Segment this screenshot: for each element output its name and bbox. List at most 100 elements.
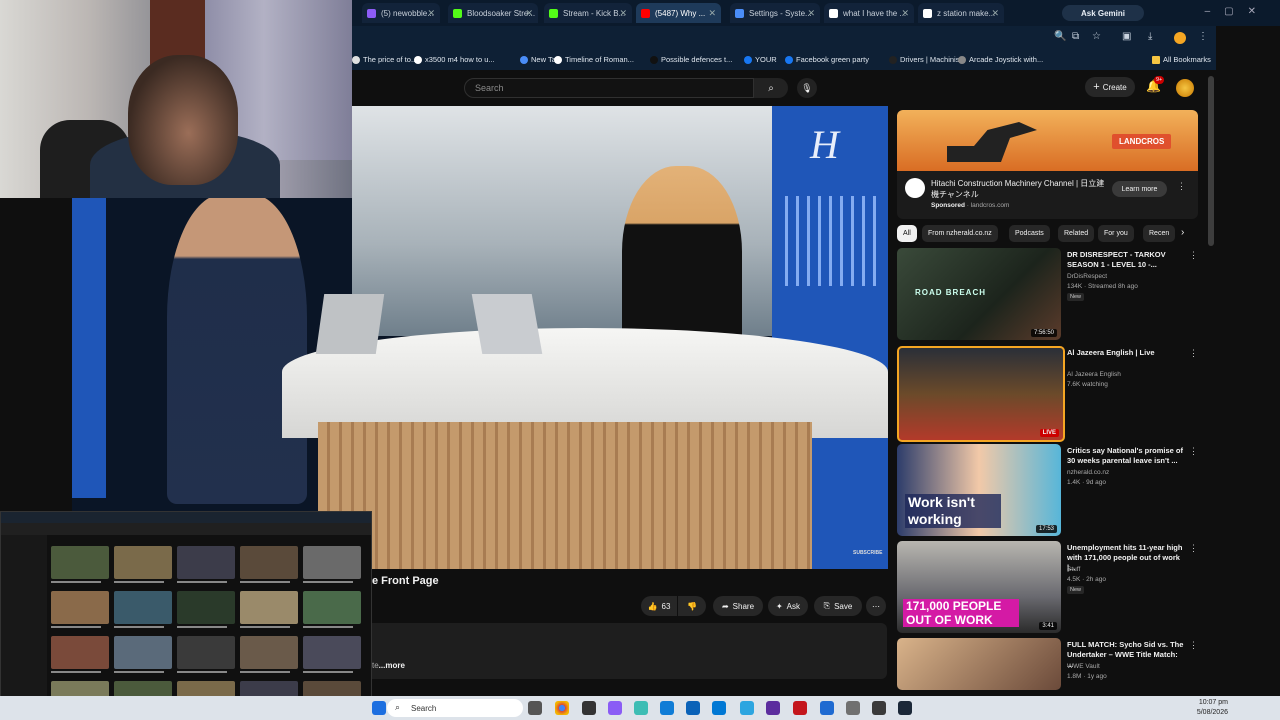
app-icon-1[interactable] (582, 701, 596, 715)
window-controls[interactable]: –▢✕ (1205, 6, 1270, 17)
filter-chip[interactable]: Related (1058, 225, 1095, 242)
share-button[interactable]: ➦ Share (713, 596, 763, 616)
menu-icon[interactable]: ⋮ (1198, 31, 1208, 42)
video-title-link[interactable]: Al Jazeera English | Live (1067, 348, 1185, 358)
save-button[interactable]: ⎘ Save (814, 596, 862, 616)
steam-icon[interactable] (898, 701, 912, 715)
voice-search-button[interactable]: 🎙 (797, 78, 817, 98)
tab-label: Stream - Kick B... (563, 8, 626, 18)
create-button[interactable]: + Create (1085, 77, 1135, 97)
bookmark-item[interactable]: x3500 m4 how to u... (414, 55, 495, 64)
video-title-link[interactable]: DR DISRESPECT - TARKOV SEASON 1 - LEVEL … (1067, 250, 1185, 270)
browser-tab[interactable]: Settings - Syste... ✕ (730, 3, 820, 23)
webcam-person-head (128, 55, 238, 185)
bookmark-item[interactable]: YOUR (744, 55, 777, 64)
close-icon[interactable]: ✕ (807, 8, 815, 19)
bookmark-item[interactable]: Timeline of Roman... (554, 55, 634, 64)
store-icon[interactable] (686, 701, 700, 715)
browser-tab[interactable]: z station make... ✕ (918, 3, 1004, 23)
bookmark-item[interactable]: Arcade Joystick with... (958, 55, 1043, 64)
cast-icon[interactable]: ⧉ (1072, 31, 1079, 42)
learn-more-button[interactable]: Learn more (1112, 181, 1167, 197)
channel-name[interactable]: Al Jazeera English (1067, 370, 1121, 379)
app-icon-5[interactable] (793, 701, 807, 715)
dislike-button[interactable]: 👎 (678, 596, 706, 616)
video-menu-icon[interactable]: ⋮ (1189, 640, 1198, 651)
profile-avatar[interactable] (1174, 32, 1186, 44)
video-menu-icon[interactable]: ⋮ (1189, 446, 1198, 457)
ad-menu-icon[interactable]: ⋮ (1177, 181, 1186, 192)
ad-channel-logo[interactable] (905, 178, 925, 198)
video-menu-icon[interactable]: ⋮ (1189, 250, 1198, 261)
like-button[interactable]: 👍 63 (641, 596, 677, 616)
start-icon[interactable] (372, 701, 386, 715)
bookmark-item[interactable]: Drivers | Machinist (889, 55, 962, 64)
show-more-link[interactable]: te...more (372, 661, 405, 670)
browser-tab[interactable]: Stream - Kick B... ✕ (544, 3, 632, 23)
video-title-link[interactable]: Unemployment hits 11-year high with 171,… (1067, 543, 1185, 573)
channel-name[interactable]: WWE Vault (1067, 662, 1100, 671)
extensions-icon[interactable]: ▣ (1122, 31, 1131, 42)
browser-tab[interactable]: Bloodsoaker Stre... ✕ (448, 3, 538, 23)
app-icon-2[interactable] (608, 701, 622, 715)
filter-chip[interactable]: Recen (1143, 225, 1176, 242)
bookmark-item[interactable]: Facebook green party (785, 55, 869, 64)
settings-icon[interactable] (846, 701, 860, 715)
chrome-icon[interactable] (555, 701, 569, 715)
video-thumbnail[interactable]: 171,000 PEOPLE OUT OF WORK 3:41 (897, 541, 1061, 633)
video-menu-icon[interactable]: ⋮ (1189, 348, 1198, 359)
channel-name[interactable]: Stuff (1067, 565, 1080, 574)
taskbar-preview-window[interactable] (0, 511, 372, 710)
close-icon[interactable]: ✕ (525, 8, 533, 19)
studio-wall-left (72, 198, 106, 498)
page-scrollbar[interactable] (1208, 76, 1214, 246)
app-icon-4[interactable] (766, 701, 780, 715)
video-thumbnail[interactable]: ROAD BREACH 7:56:50 (897, 248, 1061, 340)
bookmark-item[interactable]: The price of to... (352, 55, 417, 64)
app-icon-7[interactable] (872, 701, 886, 715)
close-icon[interactable]: ✕ (991, 8, 999, 19)
ask-button[interactable]: ✦ Ask (768, 596, 808, 616)
video-menu-icon[interactable]: ⋮ (1189, 543, 1198, 554)
thumbnail-caption: 171,000 PEOPLE OUT OF WORK (903, 599, 1019, 627)
close-icon[interactable]: ✕ (708, 8, 716, 19)
app-icon-3[interactable] (634, 701, 648, 715)
browser-tab[interactable]: (5487) Why ... ✕ (636, 3, 721, 23)
filter-chip[interactable]: For you (1098, 225, 1134, 242)
system-clock[interactable]: 10:07 pm 5/08/2026 (1197, 698, 1228, 718)
description-box[interactable] (352, 623, 887, 679)
search-input[interactable]: Search (464, 78, 754, 98)
video-thumbnail[interactable]: LIVE (897, 346, 1065, 442)
video-title-link[interactable]: Critics say National's promise of 30 wee… (1067, 446, 1185, 466)
video-thumbnail[interactable] (897, 638, 1061, 690)
close-icon[interactable]: ✕ (901, 8, 909, 19)
channel-name[interactable]: nzherald.co.nz (1067, 468, 1109, 477)
all-bookmarks[interactable]: All Bookmarks (1152, 55, 1211, 64)
subscribe-watermark[interactable]: SUBSCRIBE (853, 550, 882, 556)
mail-icon[interactable] (712, 701, 726, 715)
search-button[interactable]: ⌕ (754, 78, 788, 98)
chevron-right-icon[interactable]: › (1181, 227, 1184, 238)
app-icon-6[interactable] (820, 701, 834, 715)
ask-gemini-button[interactable]: Ask Gemini (1062, 5, 1144, 21)
edge-icon[interactable] (660, 701, 674, 715)
close-icon[interactable]: ✕ (619, 8, 627, 19)
ad-title[interactable]: Hitachi Construction Machinery Channel |… (931, 178, 1106, 200)
browser-tab[interactable]: what I have the ... ✕ (824, 3, 914, 23)
filter-chip[interactable]: All (897, 225, 917, 242)
taskbar-search[interactable]: ⌕ Search (387, 699, 523, 717)
downloads-icon[interactable]: ⤓ (1148, 31, 1152, 42)
video-thumbnail[interactable]: Work isn't working 17:53 (897, 444, 1061, 536)
filter-chip[interactable]: Podcasts (1009, 225, 1050, 242)
channel-name[interactable]: DrDisRespect (1067, 272, 1107, 281)
bookmark-item[interactable]: Possible defences t... (650, 55, 732, 64)
zoom-icon[interactable]: 🔍 (1054, 31, 1066, 42)
more-actions-button[interactable]: ⋯ (866, 596, 886, 616)
browser-tab[interactable]: (5) newobble... ✕ (362, 3, 440, 23)
telegram-icon[interactable] (740, 701, 754, 715)
task-view-icon[interactable] (528, 701, 542, 715)
filter-chip[interactable]: From nzherald.co.nz (922, 225, 998, 242)
account-avatar[interactable] (1176, 79, 1194, 97)
close-icon[interactable]: ✕ (427, 8, 435, 19)
star-icon[interactable]: ☆ (1092, 31, 1101, 42)
